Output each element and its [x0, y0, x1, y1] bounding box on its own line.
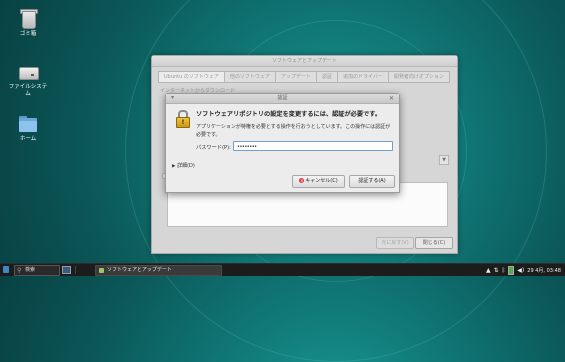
- tab-developer-options[interactable]: 開発者向けオプション: [388, 71, 450, 83]
- drive-icon: [17, 62, 39, 82]
- search-icon: ⚲: [17, 267, 22, 274]
- tab-updates[interactable]: アップデート: [275, 71, 317, 83]
- triangle-right-icon: ▶: [172, 164, 176, 169]
- tab-ubuntu-software[interactable]: Ubuntu のソフトウェア: [158, 71, 225, 83]
- desktop-icon-label: ファイルシステム: [8, 84, 48, 97]
- auth-dialog: ▾ 認証 ✕ ! ソフトウェアリポジトリの設定を変更するには、認証が必要です。 …: [165, 93, 400, 193]
- dialog-titlebar: ▾ 認証 ✕: [166, 94, 399, 104]
- search-box[interactable]: ⚲ 検索: [14, 265, 60, 276]
- tab-bar: Ubuntu のソフトウェア 他のソフトウェア アップデート 認証 追加のドライ…: [158, 71, 450, 83]
- taskbar-item-label: ソフトウェアとアップデート: [107, 267, 172, 273]
- taskbar-separator: [75, 266, 76, 274]
- password-field[interactable]: ••••••••: [233, 141, 393, 151]
- taskbar: ⚲ 検索 ソフトウェアとアップデート ▲ ⇅ ᛒ ◀) 29 4月, 03:48: [0, 263, 565, 276]
- details-label: 詳細(D): [177, 163, 195, 169]
- desktop-icon-label: ホーム: [19, 136, 37, 142]
- password-label: パスワード(P):: [196, 145, 231, 151]
- window-title: ソフトウェアとアップデート: [152, 56, 457, 67]
- dialog-title: 認証: [277, 95, 288, 101]
- cancel-icon: ✕: [299, 178, 305, 183]
- desktop-icon-trash[interactable]: ゴミ箱: [8, 9, 48, 38]
- desktop-icon-filesystem[interactable]: ファイルシステム: [8, 62, 48, 98]
- details-expander[interactable]: ▶ 詳細(D): [172, 162, 195, 169]
- cancel-button[interactable]: ✕ キャンセル(C): [292, 175, 345, 188]
- system-tray: ▲ ⇅ ᛒ ◀) 29 4月, 03:48: [486, 264, 561, 276]
- dialog-heading: ソフトウェアリポジトリの設定を変更するには、認証が必要です。: [196, 111, 382, 118]
- desktop-icon-home[interactable]: ホーム: [8, 114, 48, 143]
- home-folder-icon: [17, 114, 39, 134]
- desktop-icon-label: ゴミ箱: [19, 31, 37, 37]
- volume-icon[interactable]: ◀): [517, 267, 524, 274]
- battery-icon[interactable]: [508, 265, 515, 275]
- cancel-label: キャンセル(C): [305, 178, 338, 184]
- notification-bell-icon[interactable]: ▲: [486, 267, 491, 274]
- tab-other-software[interactable]: 他のソフトウェア: [224, 71, 276, 83]
- taskbar-item-software-updates[interactable]: ソフトウェアとアップデート: [95, 265, 222, 276]
- app-icon: [99, 268, 104, 273]
- close-button[interactable]: 閉じる(C): [415, 237, 453, 249]
- bluetooth-icon[interactable]: ᛒ: [502, 267, 506, 274]
- revert-button[interactable]: 元に戻す(V): [376, 237, 414, 249]
- chevron-down-icon[interactable]: ▼: [439, 155, 449, 165]
- trash-icon: [17, 9, 39, 29]
- search-label: 検索: [25, 267, 36, 273]
- close-icon[interactable]: ✕: [389, 94, 394, 103]
- lock-icon: !: [175, 110, 190, 128]
- start-menu-icon[interactable]: [3, 266, 9, 273]
- tab-additional-drivers[interactable]: 追加のドライバー: [337, 71, 389, 83]
- dialog-description: アプリケーションが特権を必要とする操作を行おうとしています。この操作には認証が必…: [196, 124, 391, 138]
- tab-authentication[interactable]: 認証: [316, 71, 338, 83]
- clock[interactable]: 29 4月, 03:48: [527, 267, 561, 274]
- authenticate-button[interactable]: 認証する(A): [349, 175, 395, 188]
- network-icon[interactable]: ⇅: [494, 267, 499, 274]
- show-desktop-icon[interactable]: [62, 266, 71, 274]
